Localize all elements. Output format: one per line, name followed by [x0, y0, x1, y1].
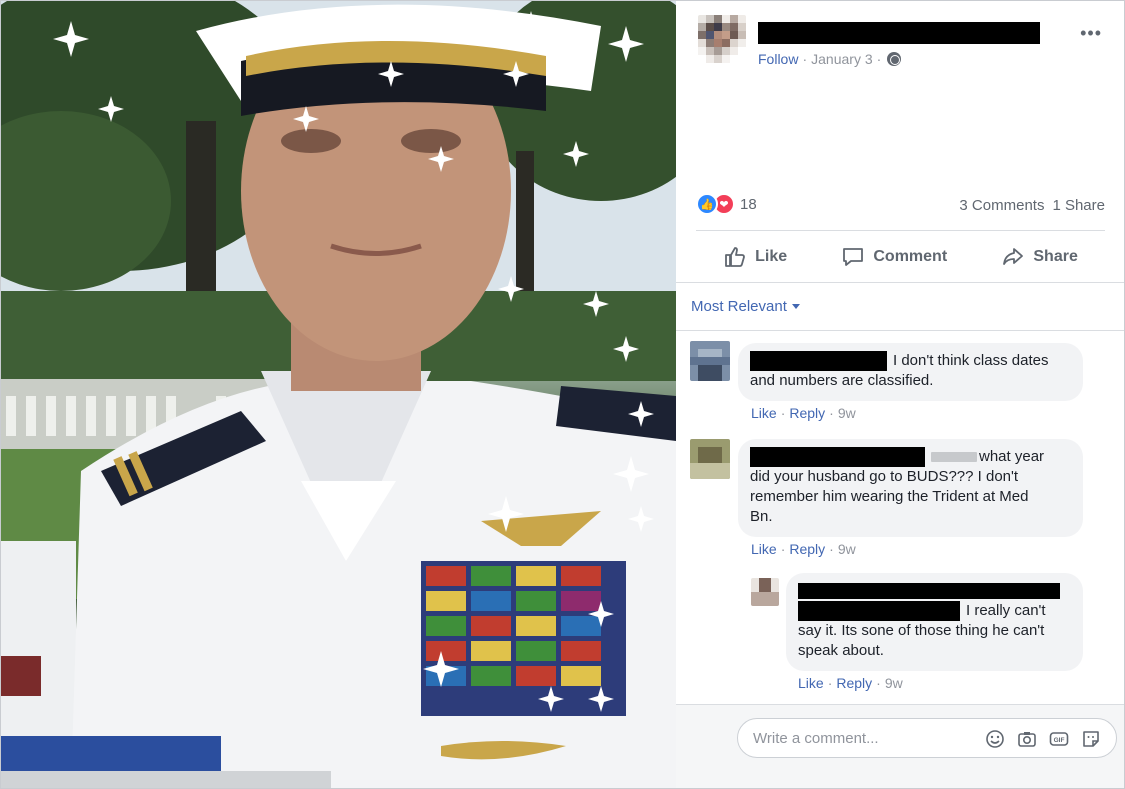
shares-count-link[interactable]: 1 Share	[1052, 197, 1105, 214]
meta-separator: ·	[780, 405, 786, 421]
comment-text: Bn.	[750, 508, 773, 525]
share-button[interactable]: Share	[1001, 245, 1078, 269]
emoji-icon[interactable]	[984, 728, 1006, 750]
comment-bubble-icon	[843, 248, 864, 266]
comment-bubble: what year did your husband go to BUDS???…	[738, 439, 1083, 537]
comment-text: speak about.	[798, 642, 884, 659]
post-date[interactable]: January 3	[811, 51, 872, 67]
comment-sort-dropdown[interactable]: Most Relevant	[691, 298, 800, 315]
engagement-counts: 3 Comments 1 Share	[959, 197, 1105, 214]
reaction-count: 18	[740, 195, 757, 213]
comment-button-label: Comment	[873, 248, 948, 265]
comment-line	[798, 581, 1071, 601]
meta-separator: ·	[829, 541, 834, 557]
photo-illustration	[1, 1, 676, 788]
comment-text: did your husband go to BUDS??? I don't	[750, 468, 1019, 485]
meta-separator: ·	[829, 405, 834, 421]
comment-line: what year	[750, 447, 1071, 467]
commenter-avatar[interactable]	[690, 341, 730, 381]
poster-avatar[interactable]	[698, 15, 746, 63]
comment-reply-link[interactable]: Reply	[789, 405, 825, 421]
sticker-icon[interactable]	[1080, 728, 1102, 750]
comment-input[interactable]	[753, 728, 963, 748]
comment-line: I don't think class dates	[750, 351, 1071, 371]
comments-count-link[interactable]: 3 Comments	[959, 197, 1044, 214]
camera-icon[interactable]	[1016, 728, 1038, 750]
comment-composer[interactable]: GIF	[737, 718, 1117, 758]
post-actions: Like Comment Share	[696, 239, 1105, 275]
comment-reply-link[interactable]: Reply	[836, 675, 872, 691]
divider	[676, 330, 1124, 331]
comment-text: I really can't	[966, 602, 1046, 619]
comment-text: what year	[979, 448, 1045, 465]
comment-bubble: I don't think class dates and numbers ar…	[738, 343, 1083, 401]
comment-text: say it. Its sone of those thing he can't	[798, 622, 1045, 639]
meta-separator: ·	[780, 541, 786, 557]
replier-name-redacted	[798, 583, 1060, 599]
reactions-summary[interactable]: 👍 ❤ 18	[696, 193, 757, 215]
comment-like-link[interactable]: Like	[798, 675, 824, 691]
svg-text:GIF: GIF	[1054, 737, 1065, 744]
comment-time[interactable]: 9w	[885, 675, 903, 691]
replier-avatar[interactable]	[751, 578, 779, 606]
follow-link[interactable]: Follow	[758, 51, 798, 67]
meta-separator: ·	[802, 51, 808, 67]
divider	[696, 230, 1105, 231]
comment-time[interactable]: 9w	[838, 405, 856, 421]
commenter-name-redacted	[750, 351, 887, 371]
comment-meta: Like · Reply · 9w	[751, 541, 856, 557]
comment-meta: Like · Reply · 9w	[798, 675, 903, 691]
comment-reply-link[interactable]: Reply	[789, 541, 825, 557]
commenter-avatar[interactable]	[690, 439, 730, 479]
like-reaction-icon: 👍	[696, 193, 718, 215]
divider	[676, 282, 1124, 283]
post-photo[interactable]	[1, 1, 676, 788]
comment-text: and numbers are classified.	[750, 372, 934, 389]
share-arrow-icon	[1003, 248, 1024, 265]
comment-like-link[interactable]: Like	[751, 541, 777, 557]
comment-line: I really can't	[798, 601, 1071, 621]
meta-separator: ·	[827, 675, 833, 691]
meta-separator: ·	[876, 51, 882, 67]
replier-name-redacted	[798, 601, 960, 621]
comment-like-link[interactable]: Like	[751, 405, 777, 421]
caret-down-icon	[791, 304, 800, 309]
meta-separator: ·	[876, 675, 881, 691]
composer-icons: GIF	[984, 728, 1102, 750]
thumbs-up-icon	[725, 247, 746, 267]
commenter-name-redacted	[750, 447, 925, 467]
comment-composer-area: GIF	[676, 704, 1124, 788]
post-meta: Follow · January 3 ·	[758, 51, 902, 67]
public-globe-icon	[887, 52, 902, 66]
comment-button[interactable]: Comment	[841, 245, 947, 269]
comment-time[interactable]: 9w	[838, 541, 856, 557]
poster-name-redacted	[758, 22, 1040, 44]
reply-bubble: I really can't say it. Its sone of those…	[786, 573, 1083, 671]
sort-label: Most Relevant	[691, 298, 787, 315]
comment-text: remember him wearing the Trident at Med	[750, 488, 1029, 505]
tagged-name-blurred	[931, 452, 977, 463]
more-options-icon[interactable]: •••	[1080, 23, 1102, 44]
gif-icon[interactable]: GIF	[1048, 728, 1070, 750]
post-panel: ••• Follow · January 3 · 👍 ❤ 18 3 Commen…	[676, 1, 1124, 788]
comment-text: I don't think class dates	[893, 352, 1049, 369]
comment-meta: Like · Reply · 9w	[751, 405, 856, 421]
like-button-label: Like	[755, 248, 788, 265]
share-button-label: Share	[1033, 248, 1078, 265]
like-button[interactable]: Like	[723, 245, 787, 269]
